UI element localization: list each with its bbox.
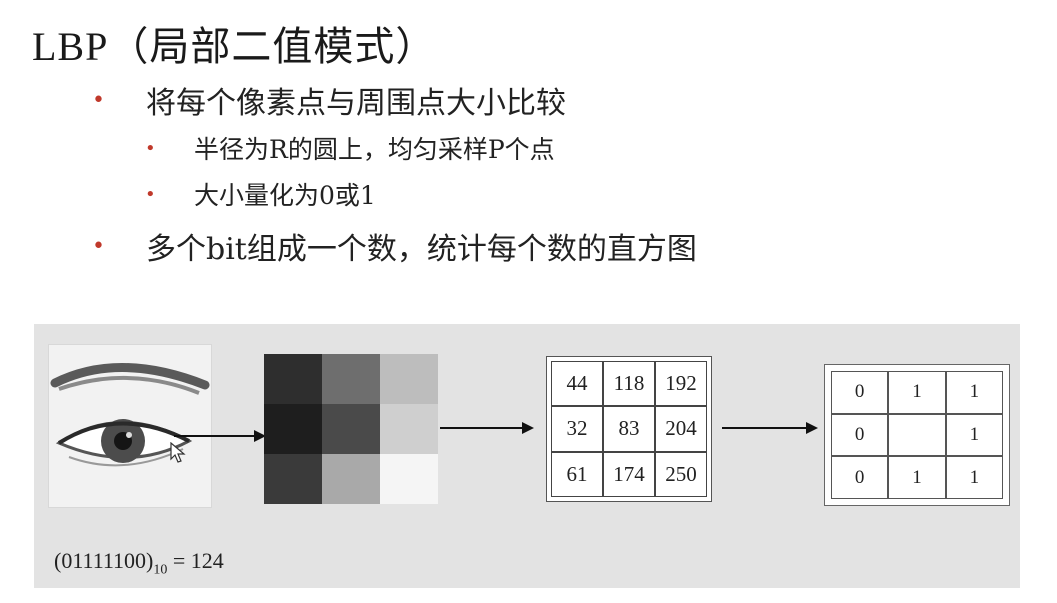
binary-value-cell: 0 bbox=[831, 456, 889, 499]
gray-patch-cell bbox=[264, 354, 322, 404]
gray-patch-cell bbox=[322, 454, 380, 504]
pixel-value-cell: 61 bbox=[551, 451, 603, 497]
lbp-figure: 44 118 192 32 83 204 61 174 250 0 1 1 0 … bbox=[34, 324, 1020, 588]
pixel-value-cell: 204 bbox=[655, 406, 707, 452]
mouse-cursor-icon bbox=[170, 442, 186, 463]
gray-patch-cell bbox=[264, 454, 322, 504]
bullet-text: 半径为R的圆上，均匀采样P个点 bbox=[194, 135, 555, 164]
binary-value-cell: 1 bbox=[945, 456, 1003, 499]
pixel-value-cell: 83 bbox=[603, 406, 655, 452]
formula-base: 10 bbox=[153, 562, 168, 578]
pixel-value-cell: 44 bbox=[551, 361, 603, 407]
gray-patch-cell bbox=[322, 354, 380, 404]
pixel-value-cell: 174 bbox=[603, 451, 655, 497]
binary-value-cell bbox=[888, 413, 946, 457]
slide-title: LBP（局部二值模式） bbox=[32, 24, 437, 69]
pixel-value-cell: 32 bbox=[551, 406, 603, 452]
bullet-text: 将每个像素点与周围点大小比较 bbox=[146, 86, 566, 121]
arrow-right-icon bbox=[440, 422, 534, 434]
sub-bullet-item: • 大小量化为0或1 bbox=[145, 176, 376, 212]
formula-result: = 124 bbox=[172, 548, 224, 573]
bullet-dot-icon: • bbox=[145, 183, 156, 205]
arrow-right-icon bbox=[722, 422, 818, 434]
binary-value-cell: 0 bbox=[831, 413, 889, 457]
bullet-item: • 将每个像素点与周围点大小比较 bbox=[92, 78, 566, 122]
bullet-text: 多个bit组成一个数，统计每个数的直方图 bbox=[146, 232, 697, 267]
bullet-dot-icon: • bbox=[145, 137, 156, 159]
bullet-dot-icon: • bbox=[92, 87, 105, 113]
gray-patch-cell bbox=[380, 404, 438, 454]
gray-patch-cell bbox=[380, 354, 438, 404]
eye-illustration bbox=[49, 345, 211, 507]
gray-patch-cell bbox=[380, 454, 438, 504]
binary-value-cell: 1 bbox=[945, 371, 1003, 414]
lbp-formula: (01111100)10 = 124 bbox=[54, 548, 224, 578]
gray-patch-cell bbox=[264, 404, 322, 454]
binary-value-table: 0 1 1 0 1 0 1 1 bbox=[824, 364, 1010, 506]
pixel-value-cell: 250 bbox=[655, 451, 707, 497]
bullet-item: • 多个bit组成一个数，统计每个数的直方图 bbox=[92, 224, 697, 268]
pixel-value-cell: 192 bbox=[655, 361, 707, 407]
binary-value-cell: 1 bbox=[888, 371, 946, 414]
pixel-value-table: 44 118 192 32 83 204 61 174 250 bbox=[546, 356, 712, 502]
binary-value-cell: 1 bbox=[888, 456, 946, 499]
bullet-dot-icon: • bbox=[92, 233, 105, 259]
gray-patch-grid bbox=[264, 354, 438, 504]
binary-value-cell: 0 bbox=[831, 371, 889, 414]
gray-patch-cell bbox=[322, 404, 380, 454]
binary-value-cell: 1 bbox=[945, 413, 1003, 457]
arrow-right-icon bbox=[174, 430, 266, 442]
pixel-value-cell: 118 bbox=[603, 361, 655, 407]
bullet-text: 大小量化为0或1 bbox=[194, 181, 376, 210]
eye-image bbox=[48, 344, 212, 508]
formula-binary: (01111100) bbox=[54, 548, 154, 573]
sub-bullet-item: • 半径为R的圆上，均匀采样P个点 bbox=[145, 130, 555, 166]
